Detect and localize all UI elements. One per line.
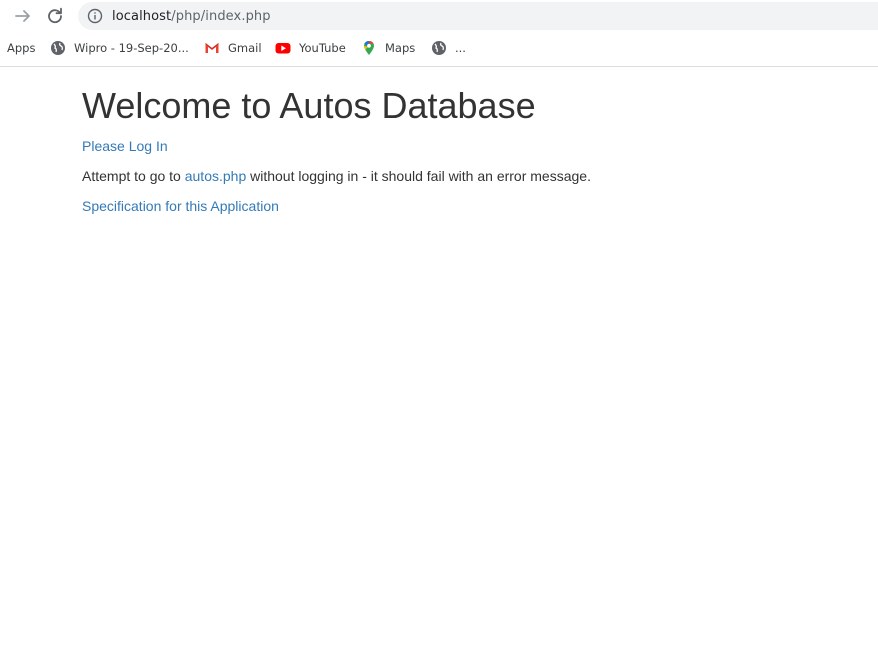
url-host: localhost <box>112 8 172 24</box>
bookmark-apps[interactable]: Apps <box>7 33 35 62</box>
bookmark-youtube[interactable]: YouTube <box>275 33 346 62</box>
bookmark-youtube-label: YouTube <box>299 40 346 55</box>
browser-toolbar: localhost/php/index.php <box>0 0 878 33</box>
bookmark-maps-label: Maps <box>385 40 416 55</box>
specification-link[interactable]: Specification for this Application <box>82 198 279 214</box>
bookmark-more[interactable]: ... <box>431 33 466 62</box>
url-path: /php/index.php <box>171 8 271 24</box>
forward-arrow-icon <box>15 10 30 22</box>
page-content: Welcome to Autos Database Please Log In … <box>0 67 878 649</box>
login-link[interactable]: Please Log In <box>82 138 168 154</box>
forward-button[interactable] <box>10 4 36 28</box>
reload-icon <box>48 7 62 24</box>
attempt-prefix: Attempt to go to <box>82 168 185 184</box>
login-paragraph: Please Log In <box>82 136 168 156</box>
bookmark-apps-label: Apps <box>7 40 36 55</box>
url-text[interactable]: localhost/php/index.php <box>112 9 271 24</box>
bookmark-wipro-label: Wipro - 19-Sep-20... <box>74 40 189 55</box>
autos-link[interactable]: autos.php <box>185 168 247 184</box>
bookmark-gmail-label: Gmail <box>228 40 262 55</box>
bookmarks-bar: Apps Wipro - 19-Sep-20... Gmail YouTube <box>0 33 878 67</box>
maps-pin-icon <box>361 40 377 56</box>
attempt-suffix: without logging in - it should fail with… <box>246 168 591 184</box>
reload-button[interactable] <box>42 4 68 28</box>
youtube-icon <box>275 40 291 56</box>
bookmark-maps[interactable]: Maps <box>361 33 415 62</box>
bookmark-gmail[interactable]: Gmail <box>204 33 262 62</box>
bookmark-wipro[interactable]: Wipro - 19-Sep-20... <box>50 33 189 62</box>
globe-icon <box>50 40 66 56</box>
page-title: Welcome to Autos Database <box>82 85 536 126</box>
spec-paragraph: Specification for this Application <box>82 196 279 216</box>
globe-icon <box>431 40 447 56</box>
bookmark-more-label: ... <box>455 40 466 55</box>
gmail-icon <box>204 40 220 56</box>
info-icon[interactable] <box>87 8 103 24</box>
address-bar[interactable]: localhost/php/index.php <box>78 2 878 30</box>
attempt-paragraph: Attempt to go to autos.php without loggi… <box>82 166 591 186</box>
